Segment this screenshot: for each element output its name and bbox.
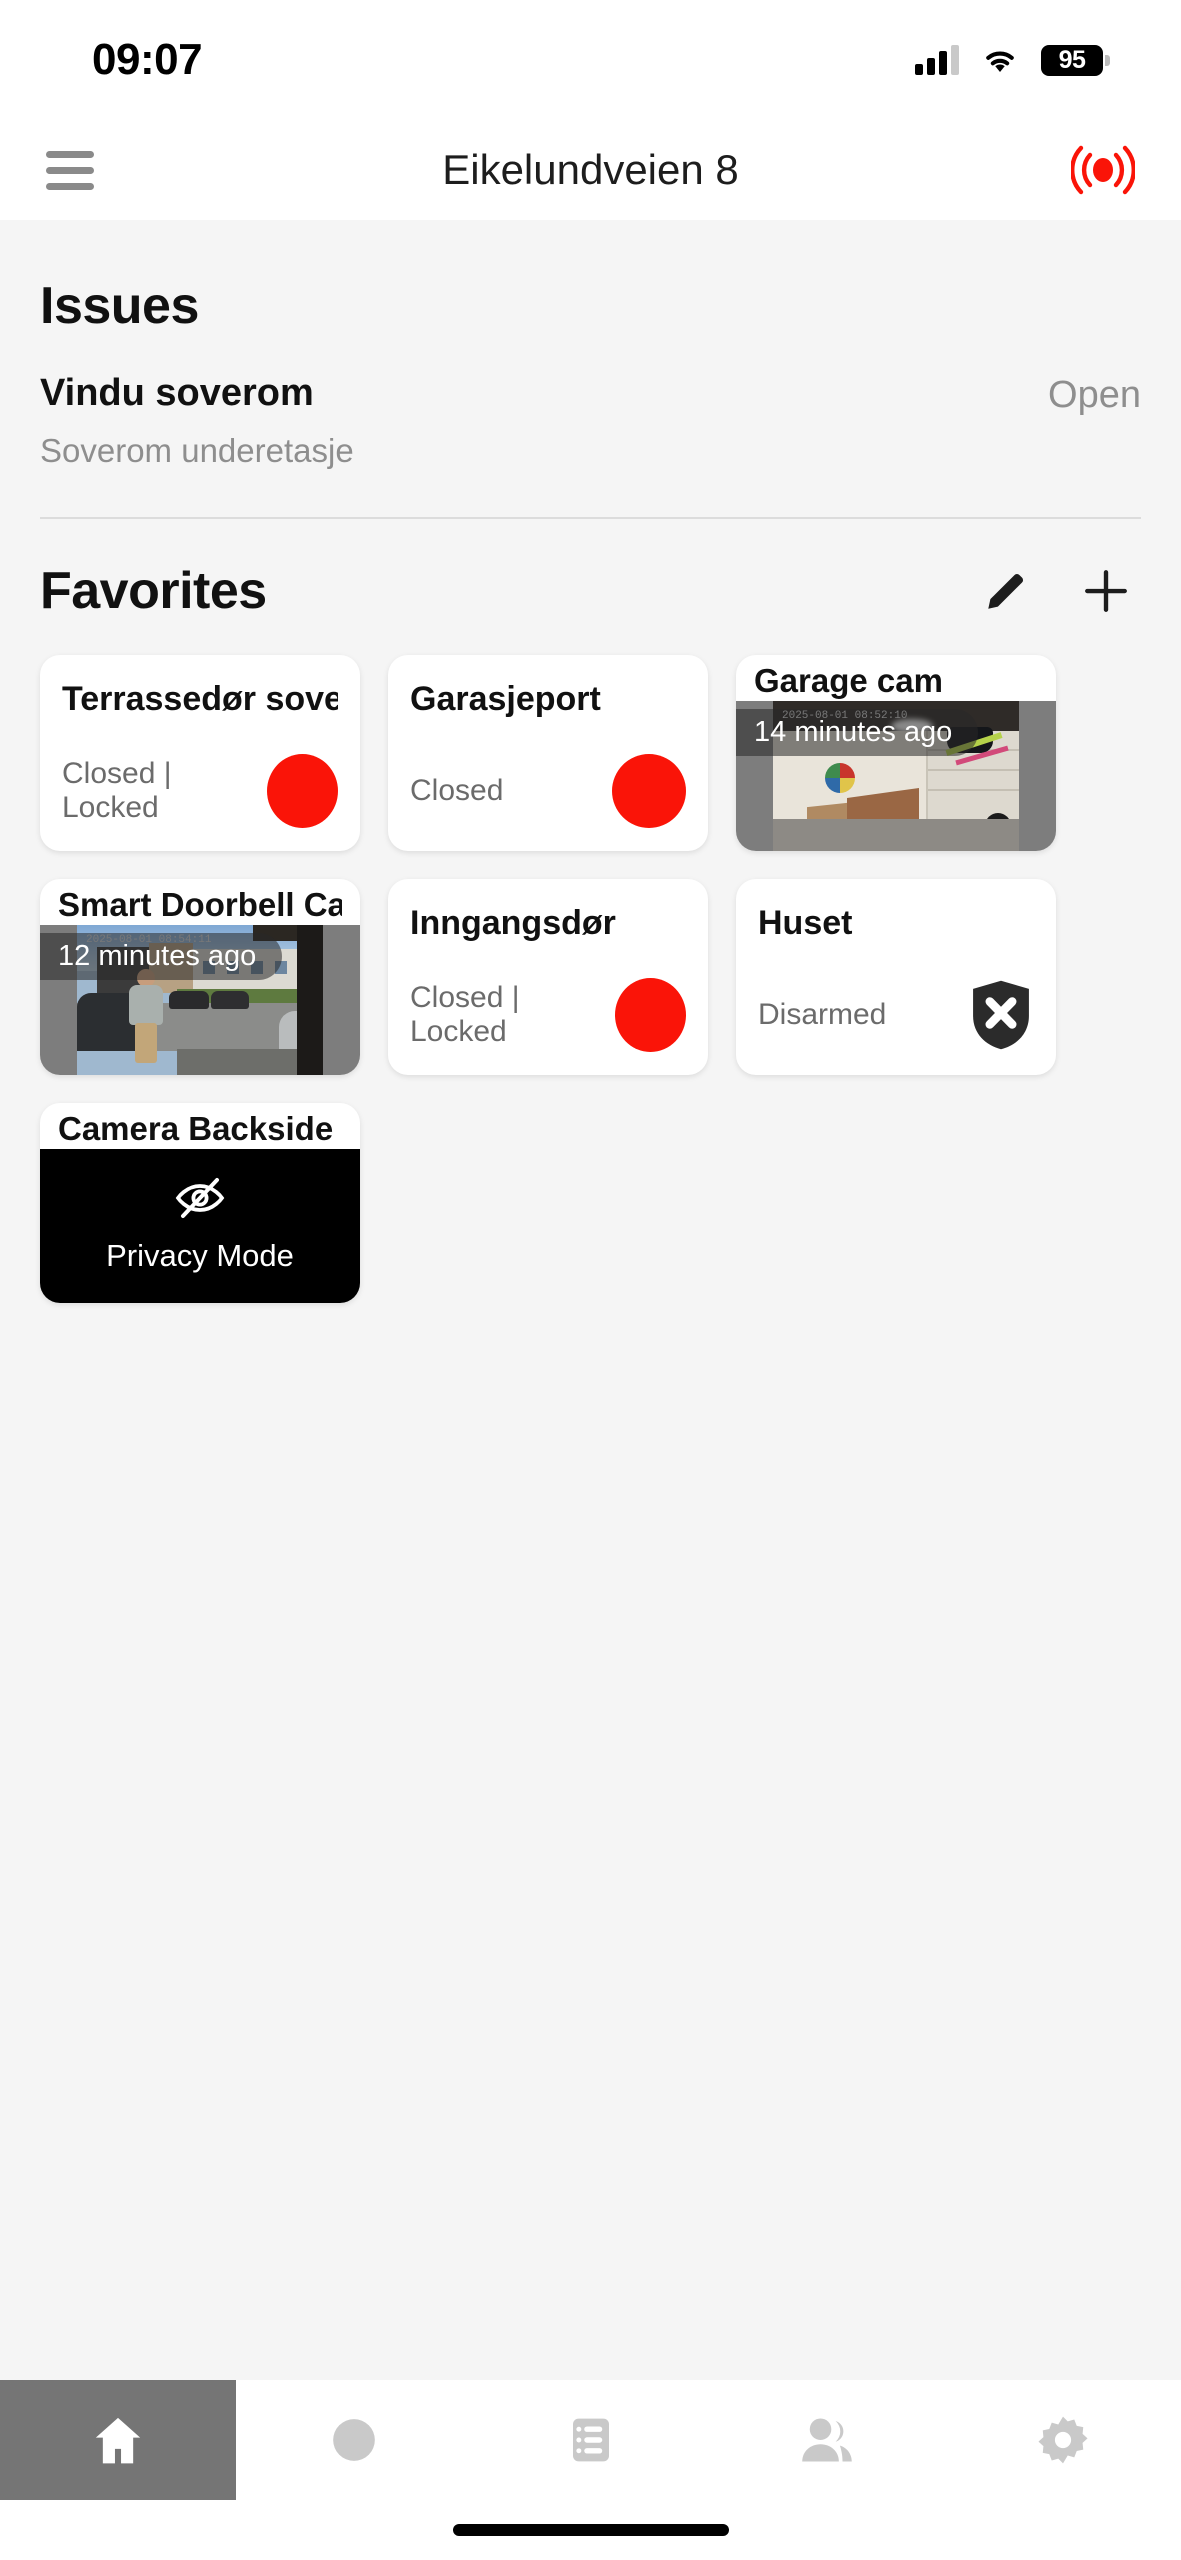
privacy-body: Privacy Mode: [40, 1148, 360, 1303]
home-icon: [95, 2417, 141, 2464]
card-title: Garage cam: [754, 661, 943, 699]
camera-timestamp: 12 minutes ago: [40, 932, 283, 980]
favorites-grid: Terrassedør soverom Closed | Locked Gara…: [40, 654, 1141, 1303]
wifi-icon: [981, 45, 1019, 75]
favorites-actions: [981, 566, 1141, 616]
people-icon: [801, 2418, 852, 2462]
card-footer: Closed | Locked: [62, 753, 338, 829]
camera-preview[interactable]: 2025-08-01 08:54:11 12 minutes ago: [40, 924, 360, 1075]
card-state: Closed | Locked: [410, 980, 520, 1048]
list-icon: [572, 2418, 609, 2462]
camera-header: Smart Doorbell Cam (...: [40, 879, 360, 925]
tab-people[interactable]: [709, 2380, 945, 2500]
main-content: Issues Vindu soverom Soverom underetasje…: [0, 220, 1181, 2380]
shield-disarmed-icon[interactable]: [968, 978, 1034, 1052]
issue-state: Open: [1048, 374, 1141, 416]
favorites-header: Favorites: [40, 519, 1141, 655]
issues-header: Issues: [40, 220, 1141, 370]
card-body: Inngangsdør Closed | Locked: [388, 879, 708, 1075]
tab-circle[interactable]: [236, 2380, 472, 2500]
card-title: Smart Doorbell Cam (...: [58, 885, 342, 923]
card-title: Camera Backside Gar...: [58, 1109, 342, 1147]
camera-header: Garage cam: [736, 655, 1056, 701]
app-header: Eikelundveien 8: [0, 120, 1181, 220]
plus-add-icon[interactable]: [1081, 566, 1131, 616]
home-indicator-area: [0, 2500, 1181, 2560]
privacy-label: Privacy Mode: [106, 1238, 294, 1274]
card-title: Garasjeport: [410, 679, 601, 718]
card-state: Closed: [410, 773, 504, 807]
issues-heading: Issues: [40, 277, 199, 335]
camera-card[interactable]: Smart Doorbell Cam (...: [40, 878, 360, 1075]
page-title: Eikelundveien 8: [442, 146, 739, 193]
favorite-card[interactable]: Huset Disarmed: [736, 878, 1056, 1075]
red-status-dot[interactable]: [612, 753, 686, 828]
eye-off-icon: [174, 1177, 226, 1224]
card-title: Inngangsdør: [410, 903, 616, 942]
red-status-dot[interactable]: [615, 977, 686, 1052]
status-time: 09:07: [92, 35, 203, 84]
favorite-card[interactable]: Inngangsdør Closed | Locked: [388, 878, 708, 1075]
card-state: Closed | Locked: [62, 756, 172, 824]
tab-list[interactable]: [472, 2380, 708, 2500]
red-status-dot[interactable]: [267, 753, 338, 828]
card-state: Disarmed: [758, 997, 887, 1031]
card-title: Terrassedør soverom: [62, 679, 338, 718]
gear-icon: [1038, 2416, 1088, 2464]
issue-name: Vindu soverom: [40, 372, 314, 414]
tab-settings[interactable]: [945, 2380, 1181, 2500]
camera-header: Camera Backside Gar...: [40, 1103, 360, 1149]
home-indicator[interactable]: [452, 2524, 729, 2536]
status-bar: 09:07 95: [0, 0, 1181, 120]
battery-level: 95: [1058, 45, 1086, 74]
card-footer: Closed: [410, 753, 686, 829]
card-body: Garasjeport Closed: [388, 655, 708, 851]
camera-timestamp: 14 minutes ago: [736, 708, 979, 756]
issue-row[interactable]: Vindu soverom Soverom underetasje Open: [40, 370, 1141, 517]
camera-preview[interactable]: 2025-08-01 08:52:10 14 minutes ago: [736, 700, 1056, 851]
card-body: Huset Disarmed: [736, 879, 1056, 1075]
favorite-card[interactable]: Garasjeport Closed: [388, 654, 708, 851]
issue-location: Soverom underetasje: [40, 431, 354, 469]
tab-home[interactable]: [0, 2380, 237, 2500]
card-footer: Closed | Locked: [410, 977, 686, 1053]
cellular-signal-icon: [915, 45, 959, 75]
app-screen: 09:07 95 Eikelundveien 8 Issues Vindu so…: [0, 0, 1181, 2560]
circle-icon: [333, 2419, 376, 2461]
card-title: Huset: [758, 903, 853, 942]
camera-card[interactable]: Garage cam 14 minutes ago: [736, 654, 1056, 851]
favorites-heading: Favorites: [40, 561, 267, 620]
bottom-tab-bar: [0, 2380, 1181, 2500]
card-footer: Disarmed: [758, 977, 1034, 1053]
card-body: Terrassedør soverom Closed | Locked: [40, 655, 360, 851]
pencil-edit-icon[interactable]: [981, 566, 1031, 616]
alarm-siren-icon[interactable]: [1070, 142, 1136, 198]
battery-icon: 95: [1041, 44, 1110, 76]
issue-texts: Vindu soverom Soverom underetasje: [40, 370, 1048, 471]
favorite-card[interactable]: Terrassedør soverom Closed | Locked: [40, 654, 360, 851]
status-indicators: 95: [915, 44, 1110, 76]
hamburger-menu-icon[interactable]: [46, 150, 94, 190]
camera-privacy-card[interactable]: Camera Backside Gar... Privacy Mode: [40, 1102, 360, 1303]
